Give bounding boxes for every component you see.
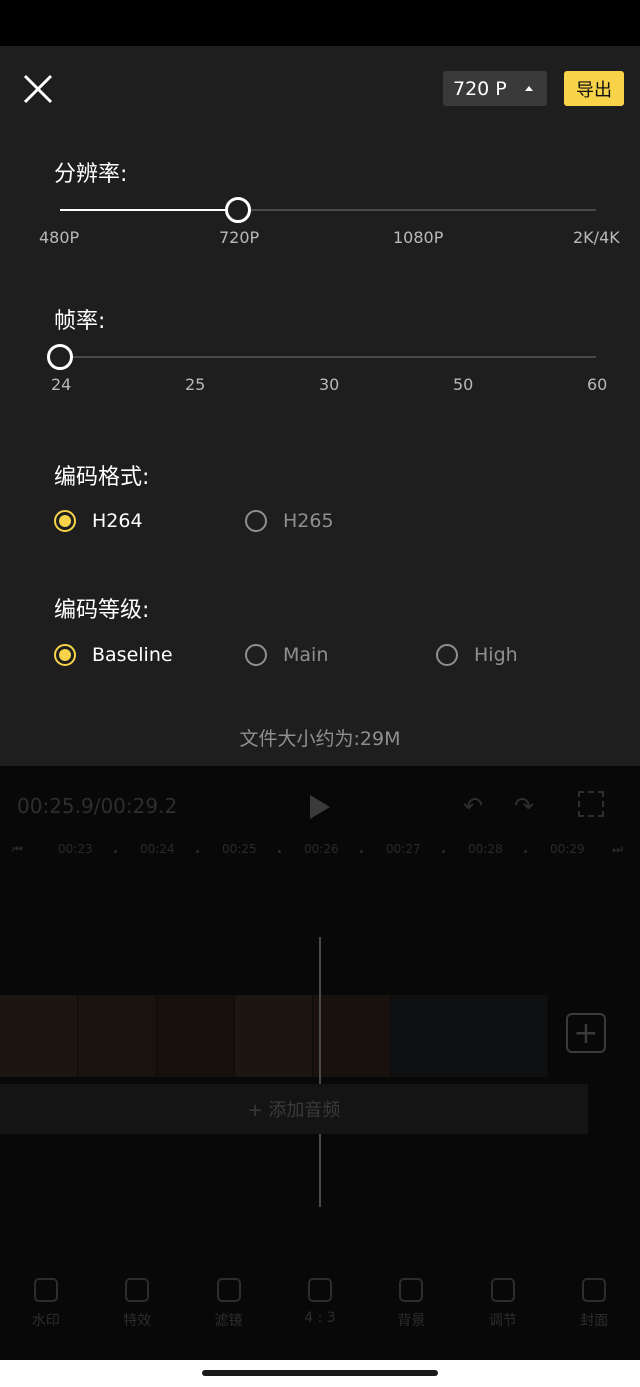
tool-effects[interactable]: 特效 [97, 1278, 177, 1340]
skip-end-icon[interactable]: ⏭ [612, 842, 623, 857]
tool-cover[interactable]: 封面 [554, 1278, 634, 1340]
clip-thumbnail[interactable] [234, 995, 314, 1077]
timecode: 00:25.9/00:29.2 [17, 794, 178, 818]
tool-label: 背景 [397, 1313, 426, 1329]
resolution-tick: 2K/4K [573, 228, 620, 247]
resolution-dropdown-value: 720 P [453, 77, 507, 100]
export-button[interactable]: 导出 [564, 71, 624, 106]
background-icon [399, 1278, 424, 1302]
ruler-label: 00:26 [304, 842, 339, 856]
framerate-tick: 30 [319, 375, 340, 394]
fullscreen-icon[interactable] [578, 791, 604, 817]
undo-icon[interactable]: ↶ [463, 792, 483, 820]
codec-level-option-label: Baseline [92, 644, 173, 666]
codec-format-label: 编码格式: [54, 465, 150, 490]
framerate-tick: 24 [51, 375, 72, 394]
tool-adjust[interactable]: 调节 [463, 1278, 543, 1340]
play-icon[interactable] [310, 795, 330, 819]
add-audio-track[interactable]: + 添加音频 [0, 1084, 588, 1134]
cover-icon [582, 1278, 607, 1302]
radio-unselected-icon [245, 510, 267, 532]
ruler-label: 00:25 [222, 842, 257, 856]
ruler-label: 00:23 [58, 842, 93, 856]
tool-label: 特效 [123, 1313, 152, 1329]
adjust-icon [490, 1278, 515, 1302]
resolution-slider-knob[interactable] [225, 197, 251, 223]
resolution-dropdown[interactable]: 720 P [443, 71, 547, 106]
clip-thumbnail[interactable] [313, 995, 392, 1077]
framerate-tick: 60 [587, 375, 608, 394]
ruler-label: 00:27 [386, 842, 421, 856]
clip-thumbnail[interactable] [391, 995, 470, 1077]
radio-selected-icon [54, 644, 76, 666]
framerate-label: 帧率: [54, 309, 106, 334]
tool-ratio[interactable]: 4 : 3 [280, 1278, 360, 1340]
codec-level-option-label: High [474, 644, 518, 666]
filters-icon [216, 1278, 241, 1302]
caret-up-icon [524, 86, 533, 91]
ruler-label: 00:24 [140, 842, 175, 856]
codec-format-option-label: H265 [283, 510, 334, 532]
clip-thumbnail[interactable] [156, 995, 235, 1077]
ruler-label: 00:28 [468, 842, 503, 856]
clip-thumbnail[interactable] [469, 995, 548, 1077]
tool-background[interactable]: 背景 [371, 1278, 451, 1340]
codec-format-option-label: H264 [92, 510, 143, 532]
playhead[interactable] [319, 937, 321, 1207]
add-clip-button[interactable]: + [566, 1013, 606, 1053]
tool-label: 水印 [31, 1313, 60, 1329]
framerate-tick: 25 [185, 375, 206, 394]
watermark-icon [33, 1278, 58, 1302]
tool-label: 滤镜 [214, 1313, 243, 1329]
skip-start-icon[interactable]: ⏮ [12, 842, 23, 857]
codec-format-option-h265[interactable]: H265 [245, 510, 334, 532]
radio-unselected-icon [436, 644, 458, 666]
radio-selected-icon [54, 510, 76, 532]
tool-label: 4 : 3 [304, 1310, 336, 1326]
clip-thumbnail[interactable] [78, 995, 157, 1077]
resolution-label: 分辨率: [54, 162, 128, 187]
framerate-slider-track[interactable] [60, 356, 596, 358]
clip-thumbnail[interactable] [0, 995, 79, 1077]
redo-icon[interactable]: ↷ [514, 792, 534, 820]
codec-level-option-baseline[interactable]: Baseline [54, 644, 173, 666]
bottom-toolbar: 水印 特效 滤镜 4 : 3 背景 调节 封面 [0, 1278, 640, 1340]
tool-label: 封面 [580, 1313, 609, 1329]
codec-format-option-h264[interactable]: H264 [54, 510, 143, 532]
resolution-tick: 1080P [393, 228, 444, 247]
add-audio-label: + 添加音频 [247, 1100, 341, 1121]
tool-label: 调节 [488, 1313, 517, 1329]
framerate-slider-knob[interactable] [47, 344, 73, 370]
tool-filters[interactable]: 滤镜 [189, 1278, 269, 1340]
resolution-slider-fill [60, 209, 238, 211]
effects-icon [125, 1278, 150, 1302]
home-indicator[interactable] [202, 1370, 438, 1376]
video-track[interactable] [0, 995, 548, 1077]
codec-level-option-label: Main [283, 644, 329, 666]
ruler-label: 00:29 [550, 842, 585, 856]
codec-level-label: 编码等级: [54, 598, 150, 623]
radio-unselected-icon [245, 644, 267, 666]
resolution-tick: 720P [219, 228, 260, 247]
codec-level-option-main[interactable]: Main [245, 644, 328, 666]
file-size-estimate: 文件大小约为:29M [239, 728, 401, 750]
framerate-tick: 50 [453, 375, 474, 394]
timeline-ruler: ⏮ 00:23 00:24 00:25 00:26 00:27 00:28 00… [0, 842, 640, 862]
ratio-icon [307, 1278, 332, 1302]
close-icon[interactable] [22, 73, 54, 105]
resolution-tick: 480P [39, 228, 80, 247]
codec-level-option-high[interactable]: High [436, 644, 518, 666]
tool-watermark[interactable]: 水印 [6, 1278, 86, 1340]
